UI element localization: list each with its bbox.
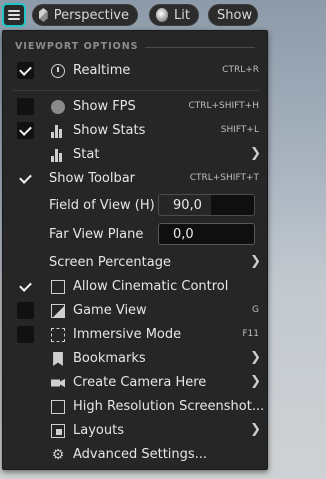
show-toolbar-checkbox[interactable] bbox=[17, 170, 34, 187]
viewport-options-menu-button[interactable] bbox=[2, 3, 26, 27]
menu-item-show-toolbar[interactable]: Show Toolbar CTRL+SHIFT+T bbox=[3, 167, 267, 191]
far-view-plane-input[interactable]: 0,0 bbox=[158, 223, 255, 245]
game-view-label: Game View bbox=[73, 303, 147, 318]
show-stats-shortcut: SHIFT+L bbox=[220, 125, 259, 135]
fullscreen-icon bbox=[51, 328, 65, 342]
film-icon bbox=[51, 280, 65, 294]
chevron-right-icon: ❯ bbox=[250, 146, 261, 161]
immersive-mode-checkbox[interactable] bbox=[17, 326, 34, 343]
allow-cinematic-checkbox[interactable] bbox=[17, 278, 34, 295]
game-view-shortcut: G bbox=[252, 305, 259, 315]
menu-item-screen-percentage[interactable]: Screen Percentage ❯ bbox=[3, 251, 267, 275]
view-mode-button[interactable]: Lit bbox=[149, 4, 199, 26]
section-header-line bbox=[145, 47, 255, 48]
camera-add-icon bbox=[51, 378, 65, 388]
far-view-plane-value: 0,0 bbox=[173, 227, 194, 242]
viewport-options-menu: VIEWPORT OPTIONS Realtime CTRL+R Show FP… bbox=[2, 30, 268, 470]
screenshot-icon bbox=[51, 400, 65, 414]
gear-icon: ⚙ bbox=[51, 447, 65, 463]
menu-divider bbox=[13, 90, 259, 91]
stat-label: Stat bbox=[73, 147, 100, 162]
show-stats-label: Show Stats bbox=[73, 123, 146, 138]
chevron-right-icon: ❯ bbox=[250, 254, 261, 269]
section-header: VIEWPORT OPTIONS bbox=[15, 41, 139, 52]
menu-item-show-fps[interactable]: Show FPS CTRL+SHIFT+H bbox=[3, 95, 267, 119]
menu-item-high-resolution-screenshot[interactable]: High Resolution Screenshot... bbox=[3, 395, 267, 419]
show-stats-checkbox[interactable] bbox=[17, 122, 34, 139]
immersive-mode-label: Immersive Mode bbox=[73, 327, 182, 342]
menu-item-realtime[interactable]: Realtime CTRL+R bbox=[3, 59, 267, 83]
gauge-icon bbox=[51, 100, 65, 114]
far-view-plane-label: Far View Plane bbox=[49, 227, 144, 242]
show-button[interactable]: Show bbox=[208, 4, 258, 26]
menu-item-show-stats[interactable]: Show Stats SHIFT+L bbox=[3, 119, 267, 143]
layout-icon bbox=[51, 424, 65, 438]
perspective-button[interactable]: Perspective bbox=[32, 4, 138, 26]
immersive-mode-shortcut: F11 bbox=[242, 329, 259, 339]
perspective-label: Perspective bbox=[53, 7, 129, 23]
show-fps-checkbox[interactable] bbox=[17, 98, 34, 115]
viewport-toolbar: Perspective Lit Show bbox=[0, 0, 326, 30]
bar-chart-icon bbox=[51, 148, 65, 162]
show-fps-shortcut: CTRL+SHIFT+H bbox=[188, 101, 259, 111]
field-of-view-input[interactable]: 90,0 bbox=[158, 194, 255, 216]
menu-item-allow-cinematic-control[interactable]: Allow Cinematic Control bbox=[3, 275, 267, 299]
cube-icon bbox=[39, 8, 48, 22]
field-of-view-value: 90,0 bbox=[173, 198, 202, 213]
chevron-right-icon: ❯ bbox=[250, 374, 261, 389]
show-label: Show bbox=[217, 7, 253, 23]
advanced-settings-label: Advanced Settings... bbox=[73, 447, 208, 462]
show-toolbar-label: Show Toolbar bbox=[49, 171, 136, 186]
hamburger-icon bbox=[8, 10, 20, 20]
image-icon bbox=[51, 304, 65, 318]
stopwatch-icon bbox=[51, 64, 65, 78]
bar-chart-icon bbox=[51, 124, 65, 138]
screen-percentage-label: Screen Percentage bbox=[49, 255, 171, 270]
create-camera-label: Create Camera Here bbox=[73, 375, 207, 390]
game-view-checkbox[interactable] bbox=[17, 302, 34, 319]
view-mode-label: Lit bbox=[174, 7, 190, 23]
realtime-label: Realtime bbox=[73, 63, 131, 78]
show-toolbar-shortcut: CTRL+SHIFT+T bbox=[189, 173, 259, 183]
layouts-label: Layouts bbox=[73, 423, 124, 438]
realtime-shortcut: CTRL+R bbox=[222, 65, 259, 75]
allow-cinematic-label: Allow Cinematic Control bbox=[73, 279, 229, 294]
menu-item-immersive-mode[interactable]: Immersive Mode F11 bbox=[3, 323, 267, 347]
menu-item-game-view[interactable]: Game View G bbox=[3, 299, 267, 323]
lit-sphere-icon bbox=[156, 8, 169, 22]
menu-item-create-camera-here[interactable]: Create Camera Here ❯ bbox=[3, 371, 267, 395]
bookmark-icon bbox=[53, 352, 63, 366]
bookmarks-label: Bookmarks bbox=[73, 351, 146, 366]
realtime-checkbox[interactable] bbox=[17, 62, 34, 79]
menu-item-stat[interactable]: Stat ❯ bbox=[3, 143, 267, 167]
menu-item-layouts[interactable]: Layouts ❯ bbox=[3, 419, 267, 443]
menu-item-advanced-settings[interactable]: ⚙ Advanced Settings... bbox=[3, 443, 267, 467]
chevron-right-icon: ❯ bbox=[250, 350, 261, 365]
chevron-right-icon: ❯ bbox=[250, 422, 261, 437]
show-fps-label: Show FPS bbox=[73, 99, 136, 114]
field-of-view-label: Field of View (H) bbox=[49, 198, 155, 213]
menu-item-bookmarks[interactable]: Bookmarks ❯ bbox=[3, 347, 267, 371]
high-res-screenshot-label: High Resolution Screenshot... bbox=[73, 399, 265, 414]
